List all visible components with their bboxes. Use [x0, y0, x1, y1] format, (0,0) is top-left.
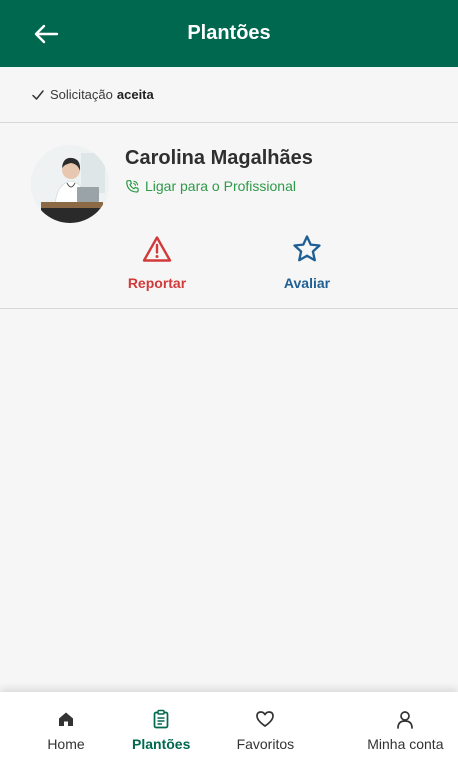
check-icon: [31, 88, 45, 102]
nav-label-plantoes: Plantões: [132, 736, 191, 752]
rate-label: Avaliar: [283, 275, 331, 291]
nav-item-minha-conta[interactable]: Minha conta: [340, 692, 458, 767]
rate-button[interactable]: Avaliar: [252, 233, 362, 291]
status-prefix: Solicitação: [50, 87, 113, 102]
clipboard-icon: [151, 709, 171, 729]
nav-item-favoritos[interactable]: Favoritos: [190, 692, 340, 767]
call-professional-link[interactable]: Ligar para o Profissional: [125, 178, 296, 194]
report-label: Reportar: [127, 275, 187, 291]
professional-name: Carolina Magalhães: [125, 147, 313, 169]
professional-card: Carolina Magalhães Ligar para o Profissi…: [0, 123, 458, 309]
nav-item-plantoes[interactable]: Plantões: [132, 692, 190, 767]
status-value: aceita: [116, 87, 154, 102]
back-button[interactable]: [30, 18, 62, 50]
nav-label-minha-conta: Minha conta: [367, 736, 444, 752]
arrow-left-icon: [34, 24, 59, 44]
home-icon: [56, 709, 76, 729]
star-outline-icon: [291, 233, 323, 265]
avatar: [31, 145, 109, 223]
phone-icon: [125, 179, 140, 194]
heart-icon: [255, 709, 275, 729]
nav-label-favoritos: Favoritos: [236, 736, 295, 752]
page-title: Plantões: [187, 22, 271, 44]
request-status: Solicitação aceita: [0, 67, 458, 123]
app-header: Plantões: [0, 0, 458, 67]
report-button[interactable]: Reportar: [102, 233, 212, 291]
call-label: Ligar para o Profissional: [145, 178, 296, 194]
user-icon: [395, 709, 415, 729]
warning-triangle-icon: [141, 233, 173, 265]
nav-label-home: Home: [47, 736, 85, 752]
bottom-navigation: Home Plantões Favoritos Minha conta: [0, 692, 458, 767]
nav-item-home[interactable]: Home: [0, 692, 132, 767]
